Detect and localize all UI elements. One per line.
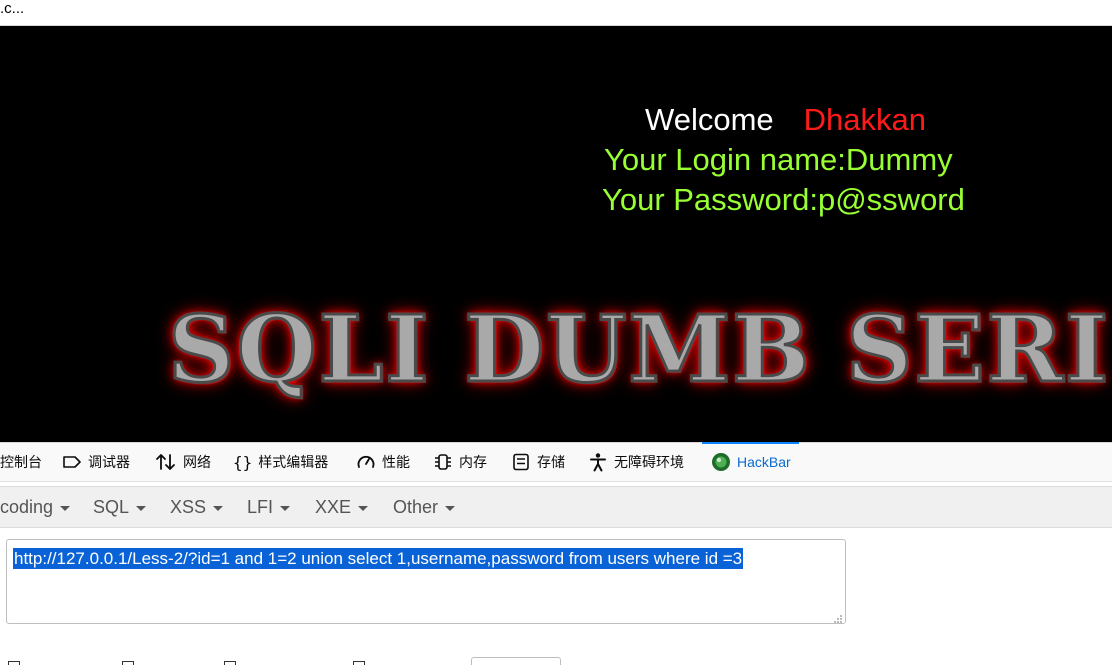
checkbox[interactable] [224,661,236,665]
chevron-down-icon [60,506,71,511]
performance-icon [356,453,376,471]
accessibility-icon [588,452,608,472]
url-value[interactable]: http://127.0.0.1/Less-2/?id=1 and 1=2 un… [13,548,744,569]
chevron-down-icon [136,506,147,511]
devtools-tab-bar: 控制台 调试器 网络 {} 样式编辑器 性能 内存 存储 无障碍环境 HackB… [0,442,1112,482]
checkbox[interactable] [8,661,20,665]
tab-memory[interactable]: 内存 [433,443,487,481]
menu-xss-label: XSS [170,496,207,517]
welcome-name: Dhakkan [803,102,926,137]
tab-performance-label: 性能 [382,454,410,470]
login-name-line: Your Login name:Dummy [604,142,953,177]
hackbar-options-row [0,652,1112,665]
debugger-icon [62,454,82,470]
hackbar-menu: coding SQL XSS LFI XXE Other [0,486,1112,528]
menu-other-label: Other [393,496,439,517]
menu-xxe[interactable]: XXE [315,487,369,527]
menu-xss[interactable]: XSS [170,487,224,527]
tab-accessibility[interactable]: 无障碍环境 [588,443,684,481]
tab-memory-label: 内存 [459,454,487,470]
tab-title[interactable]: .c... [0,0,24,18]
storage-icon [511,453,531,471]
tab-storage[interactable]: 存储 [511,443,565,481]
web-page-content: Welcome Dhakkan Your Login name:Dummy You… [0,26,1112,442]
url-textarea[interactable]: http://127.0.0.1/Less-2/?id=1 and 1=2 un… [6,539,846,624]
tab-console[interactable]: 控制台 [0,443,42,481]
option-input[interactable] [471,657,561,665]
menu-encoding-label: coding [0,496,54,517]
browser-title-strip: .c... [0,0,1112,26]
menu-xxe-label: XXE [315,496,352,517]
tab-debugger[interactable]: 调试器 [62,443,130,481]
tab-debugger-label: 调试器 [88,454,130,470]
tab-network[interactable]: 网络 [155,443,211,481]
tab-network-label: 网络 [183,454,211,470]
tab-accessibility-label: 无障碍环境 [614,454,684,470]
memory-icon [433,453,453,471]
sqli-dumb-series-banner: SQLI DUMB SERI [166,294,1111,405]
tab-storage-label: 存储 [537,454,565,470]
tab-performance[interactable]: 性能 [356,443,410,481]
chevron-down-icon [358,506,369,511]
menu-sql-label: SQL [93,496,130,517]
checkbox[interactable] [353,661,365,665]
tab-hackbar-label: HackBar [737,454,791,470]
welcome-line: Welcome Dhakkan [645,102,926,138]
chevron-down-icon [445,506,456,511]
network-icon [155,453,177,471]
menu-other[interactable]: Other [393,487,456,527]
password-line: Your Password:p@ssword [602,182,965,217]
style-editor-icon: {} [233,452,253,472]
welcome-label: Welcome [645,102,774,137]
tab-hackbar[interactable]: HackBar [702,442,799,481]
tab-style-editor[interactable]: {} 样式编辑器 [233,443,328,481]
tab-console-label: 控制台 [0,454,42,470]
menu-sql[interactable]: SQL [93,487,147,527]
hackbar-icon [711,452,731,472]
chevron-down-icon [213,506,224,511]
menu-encoding[interactable]: coding [0,487,71,527]
menu-lfi[interactable]: LFI [247,487,291,527]
menu-lfi-label: LFI [247,496,274,517]
checkbox[interactable] [122,661,134,665]
tab-style-editor-label: 样式编辑器 [258,454,329,470]
resize-grip-icon[interactable] [833,611,843,623]
chevron-down-icon [280,506,291,511]
